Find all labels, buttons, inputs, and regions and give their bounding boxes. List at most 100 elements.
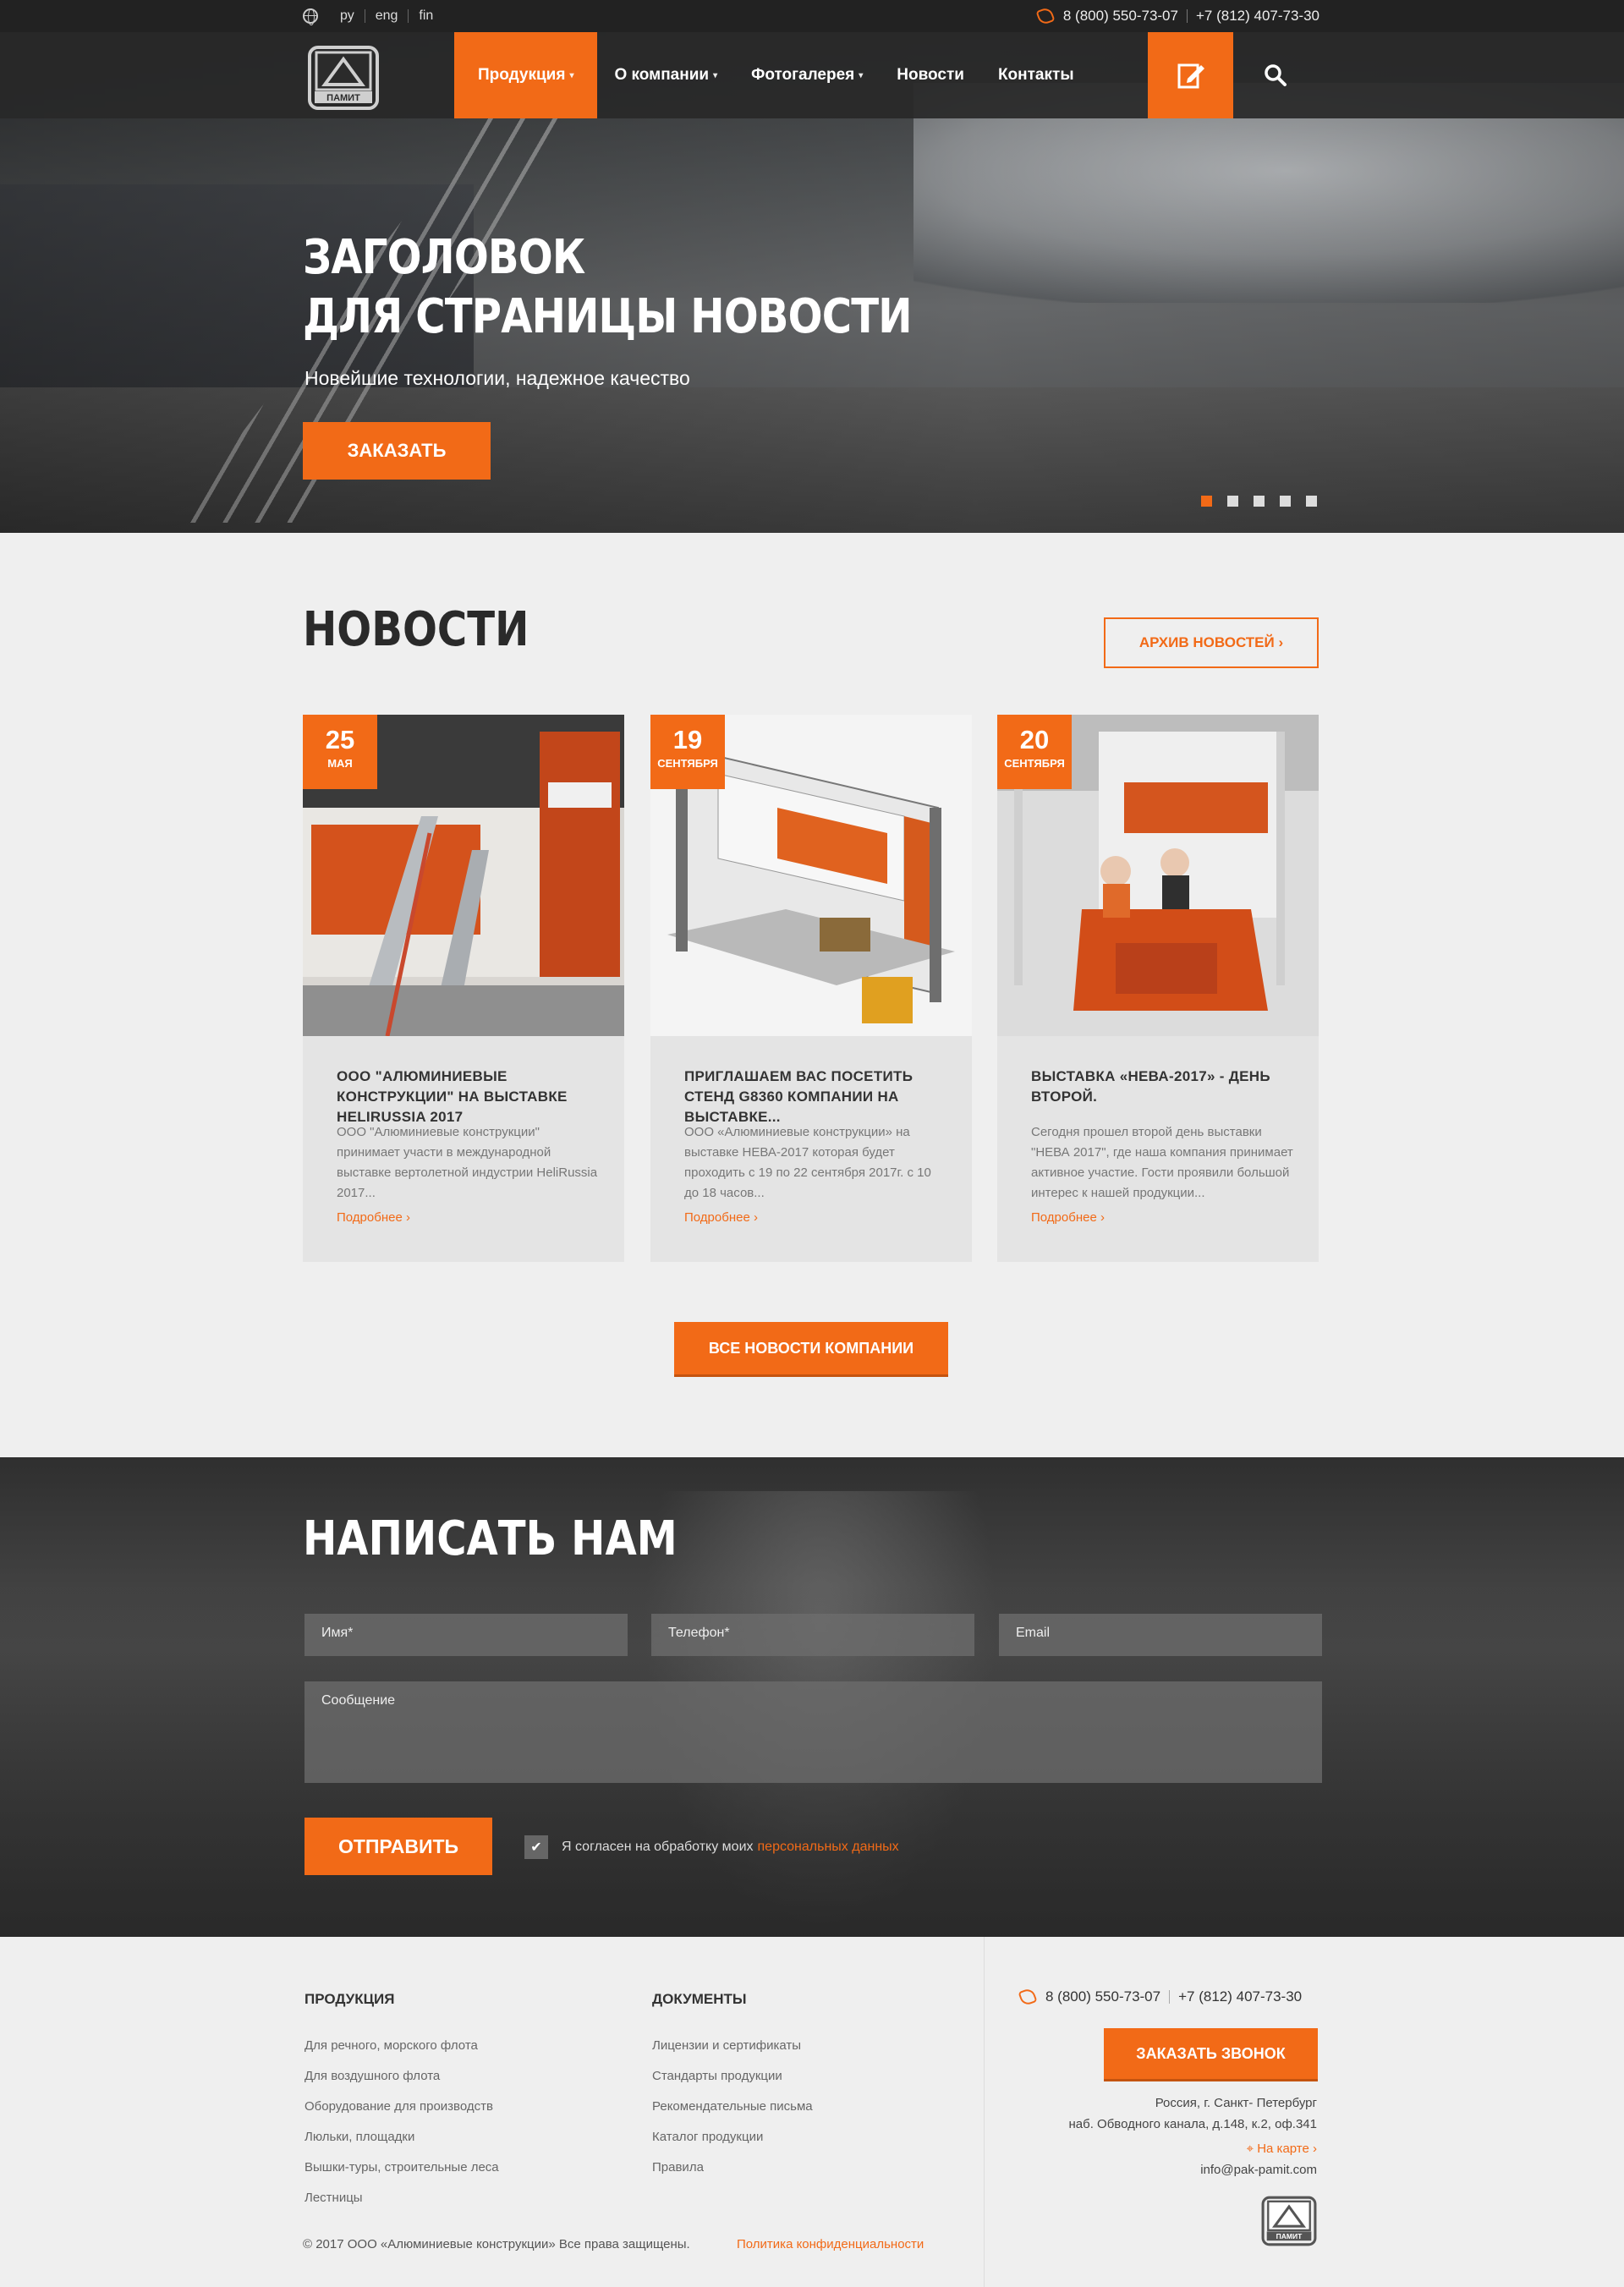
- send-button[interactable]: ОТПРАВИТЬ: [304, 1818, 492, 1875]
- nav-contacts[interactable]: Контакты: [981, 32, 1091, 118]
- footer-docs-list: Лицензии и сертификаты Стандарты продукц…: [652, 2031, 813, 2183]
- footer-logo[interactable]: ПАМИТ: [1260, 2195, 1318, 2247]
- footer-phone-1[interactable]: 8 (800) 550-73-07: [1045, 1988, 1160, 2005]
- nav-gallery[interactable]: Фотогалерея ▾: [734, 32, 880, 118]
- name-field[interactable]: Имя*: [304, 1614, 628, 1656]
- hero-subtitle: Новейшие технологии, надежное качество: [304, 367, 690, 389]
- footer-link[interactable]: Лестницы: [304, 2183, 499, 2213]
- nav-news[interactable]: Новости: [880, 32, 981, 118]
- read-more-link[interactable]: Подробнее ›: [1031, 1210, 1105, 1225]
- news-card[interactable]: 19 СЕНТЯБРЯ ПРИГЛАШАЕМ ВАС ПОСЕТИТЬ СТЕН…: [650, 715, 972, 1262]
- slider-dots: [1201, 496, 1317, 507]
- slider-dot[interactable]: [1254, 496, 1265, 507]
- main-menu: Продукция ▾ О компании ▾ Фотогалерея ▾ Ново…: [454, 32, 1091, 118]
- divider: [1186, 9, 1188, 23]
- phone-icon: [1018, 1987, 1038, 2007]
- slider-dot[interactable]: [1201, 496, 1212, 507]
- footer-link[interactable]: Правила: [652, 2153, 813, 2183]
- read-more-link[interactable]: Подробнее ›: [337, 1210, 410, 1225]
- email-link[interactable]: info@pak-pamit.com: [1200, 2163, 1317, 2177]
- personal-data-link[interactable]: персональных данных: [758, 1840, 899, 1855]
- privacy-policy-link[interactable]: Политика конфиденциальности: [737, 2237, 924, 2251]
- news-title[interactable]: ПРИГЛАШАЕМ ВАС ПОСЕТИТЬ СТЕНД G8360 КОМП…: [684, 1067, 946, 1127]
- phone-2[interactable]: +7 (812) 407-73-30: [1196, 8, 1320, 25]
- caret-down-icon: ▾: [713, 70, 718, 80]
- footer-link[interactable]: Для речного, морского флота: [304, 2031, 499, 2061]
- hero-title-line1: ЗАГОЛОВОК: [303, 230, 585, 285]
- order-button[interactable]: ЗАКАЗАТЬ: [303, 422, 491, 480]
- news-excerpt: Сегодня прошел второй день выставки "НЕВ…: [1031, 1125, 1293, 1200]
- request-call-button[interactable]: ЗАКАЗАТЬ ЗВОНОК: [1104, 2028, 1318, 2079]
- contact-section: НАПИСАТЬ НАМ Имя* Телефон* Email Сообщен…: [0, 1457, 1624, 1937]
- hero-title: ЗАГОЛОВОК ДЛЯ СТРАНИЦЫ НОВОСТИ: [303, 228, 913, 347]
- copyright: © 2017 ООО «Алюминиевые конструкции» Все…: [303, 2237, 690, 2251]
- slider-dot[interactable]: [1227, 496, 1238, 507]
- footer-phones: 8 (800) 550-73-07 +7 (812) 407-73-30: [1018, 1987, 1302, 2007]
- contact-heading: НАПИСАТЬ НАМ: [303, 1511, 678, 1566]
- nav-label: Контакты: [997, 66, 1074, 84]
- footer-link[interactable]: Люльки, площадки: [304, 2122, 499, 2153]
- phone-icon: [1035, 6, 1056, 26]
- news-title[interactable]: ООО "АЛЮМИНИЕВЫЕ КОНСТРУКЦИИ" НА ВЫСТАВК…: [337, 1067, 599, 1127]
- consent-checkbox[interactable]: ✔: [524, 1835, 548, 1859]
- slider-dot[interactable]: [1306, 496, 1317, 507]
- map-link-label: На карте ›: [1257, 2142, 1317, 2156]
- consent: ✔ Я согласен на обработку моих персональ…: [524, 1835, 899, 1859]
- news-heading: НОВОСТИ: [303, 602, 529, 657]
- hero-title-line2: ДЛЯ СТРАНИЦЫ НОВОСТИ: [303, 289, 913, 344]
- lang-ru[interactable]: ру: [330, 9, 365, 23]
- top-bar: ру eng fin 8 (800) 550-73-07 +7 (812) 40…: [0, 0, 1624, 32]
- footer-products-title: ПРОДУКЦИЯ: [304, 1991, 395, 2007]
- footer-link[interactable]: Стандарты продукции: [652, 2061, 813, 2092]
- news-card[interactable]: 20 СЕНТЯБРЯ ВЫСТАВКА «НЕВА-2017» - ДЕНЬ …: [997, 715, 1319, 1262]
- lang-eng[interactable]: eng: [365, 9, 409, 23]
- footer-phone-2[interactable]: +7 (812) 407-73-30: [1178, 1988, 1302, 2005]
- footer-docs-title: ДОКУМЕНТЫ: [652, 1991, 747, 2007]
- phone-1[interactable]: 8 (800) 550-73-07: [1063, 8, 1178, 25]
- news-excerpt: ООО "Алюминиевые конструкции" принимает …: [337, 1125, 598, 1200]
- footer-divider: [984, 1937, 985, 2287]
- phone-field[interactable]: Телефон*: [651, 1614, 974, 1656]
- news-day: 25: [325, 725, 355, 754]
- news-title[interactable]: ВЫСТАВКА «НЕВА-2017» - ДЕНЬ ВТОРОЙ.: [1031, 1067, 1293, 1107]
- top-phones: 8 (800) 550-73-07 +7 (812) 407-73-30: [1035, 0, 1320, 32]
- all-news-button[interactable]: ВСЕ НОВОСТИ КОМПАНИИ: [674, 1322, 948, 1374]
- nav-products[interactable]: Продукция ▾: [454, 32, 598, 118]
- search-button[interactable]: [1233, 32, 1318, 118]
- news-month: МАЯ: [327, 757, 353, 770]
- slider-dot[interactable]: [1280, 496, 1291, 507]
- news-date: 25 МАЯ: [303, 715, 377, 789]
- read-more-link[interactable]: Подробнее ›: [684, 1210, 758, 1225]
- divider: [1169, 1990, 1171, 2004]
- nav-label: Новости: [897, 66, 964, 84]
- news-day: 20: [1019, 725, 1050, 754]
- footer-link[interactable]: Каталог продукции: [652, 2122, 813, 2153]
- news-month: СЕНТЯБРЯ: [1004, 757, 1065, 770]
- address: Россия, г. Санкт- Петербург наб. Обводно…: [1068, 2092, 1317, 2135]
- news-archive-button[interactable]: АРХИВ НОВОСТЕЙ ›: [1104, 617, 1319, 668]
- footer-products-list: Для речного, морского флота Для воздушно…: [304, 2031, 499, 2213]
- company-logo[interactable]: ПАМИТ: [306, 44, 381, 112]
- search-icon: [1265, 64, 1287, 86]
- logo-text: ПАМИТ: [1276, 2232, 1303, 2240]
- nav-label: Фотогалерея: [751, 66, 855, 84]
- email-field[interactable]: Email: [999, 1614, 1322, 1656]
- news-month: СЕНТЯБРЯ: [657, 757, 718, 770]
- map-pin-icon: ⌖: [1246, 2142, 1258, 2156]
- checkmark-icon: ✔: [530, 1840, 542, 1855]
- caret-down-icon: ▾: [569, 70, 574, 80]
- footer-link[interactable]: Вышки-туры, строительные леса: [304, 2153, 499, 2183]
- footer-link[interactable]: Оборудование для производств: [304, 2092, 499, 2122]
- nav-about[interactable]: О компании ▾: [597, 32, 734, 118]
- footer-link[interactable]: Лицензии и сертификаты: [652, 2031, 813, 2061]
- lang-fin[interactable]: fin: [409, 9, 443, 23]
- globe-icon: [303, 8, 318, 25]
- message-field[interactable]: Сообщение: [304, 1681, 1322, 1783]
- footer-link[interactable]: Рекомендательные письма: [652, 2092, 813, 2122]
- caret-down-icon: ▾: [859, 70, 864, 80]
- request-button[interactable]: [1148, 32, 1233, 118]
- logo-text: ПАМИТ: [326, 93, 360, 103]
- footer-link[interactable]: Для воздушного флота: [304, 2061, 499, 2092]
- map-link[interactable]: ⌖ На карте ›: [1247, 2142, 1317, 2156]
- news-card[interactable]: 25 МАЯ ООО "АЛЮМИНИЕВЫЕ КОНСТРУКЦИИ" НА …: [303, 715, 624, 1262]
